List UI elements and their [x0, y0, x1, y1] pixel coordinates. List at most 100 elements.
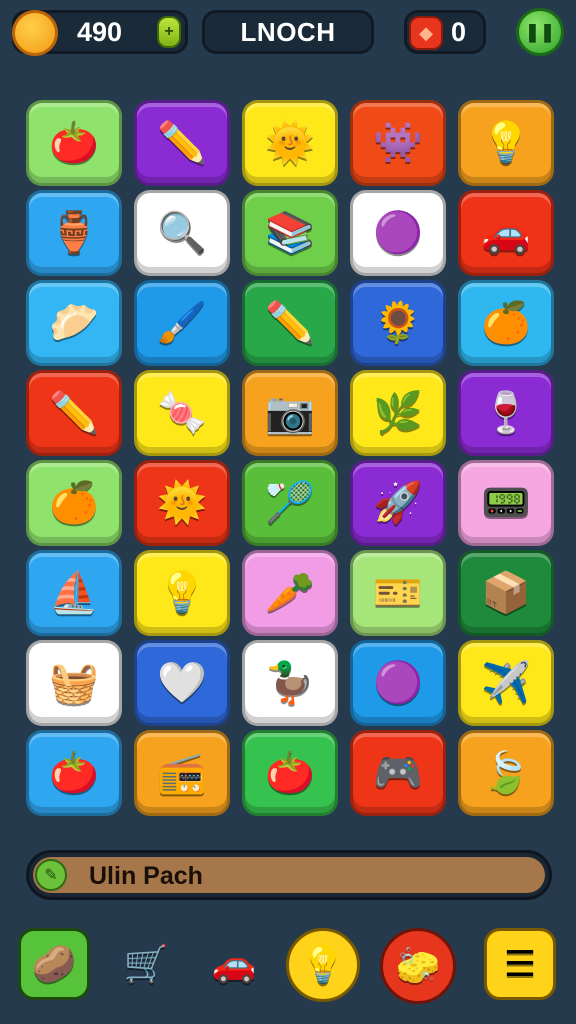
grid-tile[interactable]: ✏️ — [242, 280, 338, 366]
bottom-toolbar: 🥔 🛒 🚗 💡 🧽 ☰ — [0, 920, 576, 1020]
grid-tile[interactable]: 🍬 — [134, 370, 230, 456]
red-gem-icon: ◆ — [409, 16, 443, 50]
plus-icon[interactable]: + — [157, 16, 181, 48]
grid-tile[interactable]: 📷 — [242, 370, 338, 456]
grid-tile[interactable]: 🚗 — [458, 190, 554, 276]
magnifier-icon: 🔍 — [157, 211, 207, 255]
basket-icon: 🧺 — [49, 661, 99, 705]
wine-glass-icon: 🍷 — [481, 391, 531, 435]
grid-tile[interactable]: 💡 — [458, 100, 554, 186]
pencil-icon: ✏️ — [49, 391, 99, 435]
grid-tile[interactable]: 🎮 — [350, 730, 446, 816]
bulb-icon: 💡 — [300, 944, 346, 985]
tablet-icon: 📟 — [481, 481, 531, 525]
menu-button[interactable]: ☰ — [484, 928, 556, 1000]
grid-tile[interactable]: ✏️ — [26, 370, 122, 456]
car-icon: 🚗 — [211, 943, 257, 984]
leaf-ornament-icon: 🍃 — [481, 751, 531, 795]
progress-label: Ulin Pach — [89, 862, 203, 890]
tomato-face-icon: 🍅 — [49, 121, 99, 165]
gems-value: 0 — [451, 16, 467, 47]
grid-tile[interactable]: ⛵ — [26, 550, 122, 636]
sunflower-face-icon: 🌻 — [373, 301, 423, 345]
progress-bar: ✎ Ulin Pach — [26, 850, 552, 900]
tomato-face-icon: 🍅 — [265, 751, 315, 795]
pause-button[interactable]: ❚❚ — [516, 8, 564, 56]
bulb-button[interactable]: 💡 — [286, 928, 360, 1002]
title-banner: LNOCH — [202, 10, 374, 54]
grid-tile[interactable]: 👾 — [350, 100, 446, 186]
grid-tile[interactable]: ✏️ — [134, 100, 230, 186]
grid-tile[interactable]: 🟣 — [350, 190, 446, 276]
pencil-icon: ✏️ — [157, 121, 207, 165]
grid-tile[interactable]: 🖌️ — [134, 280, 230, 366]
grid-tile[interactable]: 🦆 — [242, 640, 338, 726]
grid-tile[interactable]: 🍷 — [458, 370, 554, 456]
tile-grid: 🍅 ✏️ 🌞 👾 💡 🏺 🔍 📚 🟣 🚗 🥟 🖌️ ✏️ 🌻 🍊 ✏️ 🍬 📷 🌿 🍷 🍊 🌞 🏸 🚀 📟 ⛵ 💡 🥕 🎫 📦 🧺 🤍 🦆 🟣 ✈️… — [26, 100, 554, 818]
yellow-bun-face-icon: 🥟 — [49, 301, 99, 345]
grid-tile[interactable]: 🧺 — [26, 640, 122, 726]
orange-icon: 🍊 — [49, 481, 99, 525]
smiley-face-icon — [12, 10, 58, 56]
grid-tile[interactable]: 🔍 — [134, 190, 230, 276]
pause-icon: ❚❚ — [524, 21, 556, 42]
grid-tile[interactable]: 💡 — [134, 550, 230, 636]
grid-tile[interactable]: 🏺 — [26, 190, 122, 276]
grid-tile[interactable]: 🥕 — [242, 550, 338, 636]
duck-icon: 🦆 — [265, 661, 315, 705]
lightbulb-icon: 💡 — [157, 571, 207, 615]
pencil-icon: ✎ — [35, 859, 67, 891]
purple-smiley-icon: 🟣 — [373, 661, 423, 705]
title-label: LNOCH — [240, 16, 336, 47]
camera-icon: 📷 — [265, 391, 315, 435]
grid-tile[interactable]: 🏸 — [242, 460, 338, 546]
grid-tile[interactable]: 🌞 — [134, 460, 230, 546]
eraser-icon: 🧽 — [395, 945, 441, 986]
potato-character-button[interactable]: 🥔 — [18, 928, 90, 1000]
grid-tile[interactable]: 🟣 — [350, 640, 446, 726]
grid-tile[interactable]: 🍃 — [458, 730, 554, 816]
grid-tile[interactable]: 🍅 — [242, 730, 338, 816]
ticket-icon: 🎫 — [373, 571, 423, 615]
grid-tile[interactable]: 🍅 — [26, 100, 122, 186]
grid-tile[interactable]: 🚀 — [350, 460, 446, 546]
car-button[interactable]: 🚗 — [198, 928, 270, 1000]
plane-icon: ✈️ — [481, 661, 531, 705]
grid-tile[interactable]: 📟 — [458, 460, 554, 546]
jar-icon: 🏺 — [49, 211, 99, 255]
menu-icon: ☰ — [503, 943, 537, 984]
grid-tile[interactable]: 🍅 — [26, 730, 122, 816]
toy-car-icon: 🚗 — [481, 211, 531, 255]
radio-icon: 📻 — [157, 751, 207, 795]
eraser-button[interactable]: 🧽 — [380, 928, 456, 1004]
racket-icon: 🏸 — [265, 481, 315, 525]
gamepad-icon: 🎮 — [373, 751, 423, 795]
grid-tile[interactable]: 🌿 — [350, 370, 446, 456]
grid-tile[interactable]: 📻 — [134, 730, 230, 816]
grid-tile[interactable]: 🌞 — [242, 100, 338, 186]
lawnmower-icon: 🛒 — [123, 943, 169, 984]
sailboat-icon: ⛵ — [49, 571, 99, 615]
heart-icon: 🤍 — [157, 661, 207, 705]
purple-face-icon: 🟣 — [373, 211, 423, 255]
grid-tile[interactable]: 📚 — [242, 190, 338, 276]
candy-icon: 🍬 — [157, 391, 207, 435]
tomato-face-icon: 🍅 — [49, 751, 99, 795]
coins-value: 490 — [77, 16, 123, 47]
grid-tile[interactable]: 🥟 — [26, 280, 122, 366]
grid-tile[interactable]: ✈️ — [458, 640, 554, 726]
leaf-icon: 🌿 — [373, 391, 423, 435]
grid-tile[interactable]: 🤍 — [134, 640, 230, 726]
grid-tile[interactable]: 🍊 — [26, 460, 122, 546]
pencil-icon: ✏️ — [265, 301, 315, 345]
grid-tile[interactable]: 🍊 — [458, 280, 554, 366]
lawnmower-button[interactable]: 🛒 — [116, 928, 176, 1000]
grid-tile[interactable]: 📦 — [458, 550, 554, 636]
potato-character-icon: 🥔 — [31, 943, 77, 984]
carrot-icon: 🥕 — [265, 571, 315, 615]
gems-counter: ◆ 0 — [404, 10, 486, 54]
rocket-icon: 🚀 — [373, 481, 423, 525]
grid-tile[interactable]: 🌻 — [350, 280, 446, 366]
brush-icon: 🖌️ — [157, 301, 207, 345]
grid-tile[interactable]: 🎫 — [350, 550, 446, 636]
